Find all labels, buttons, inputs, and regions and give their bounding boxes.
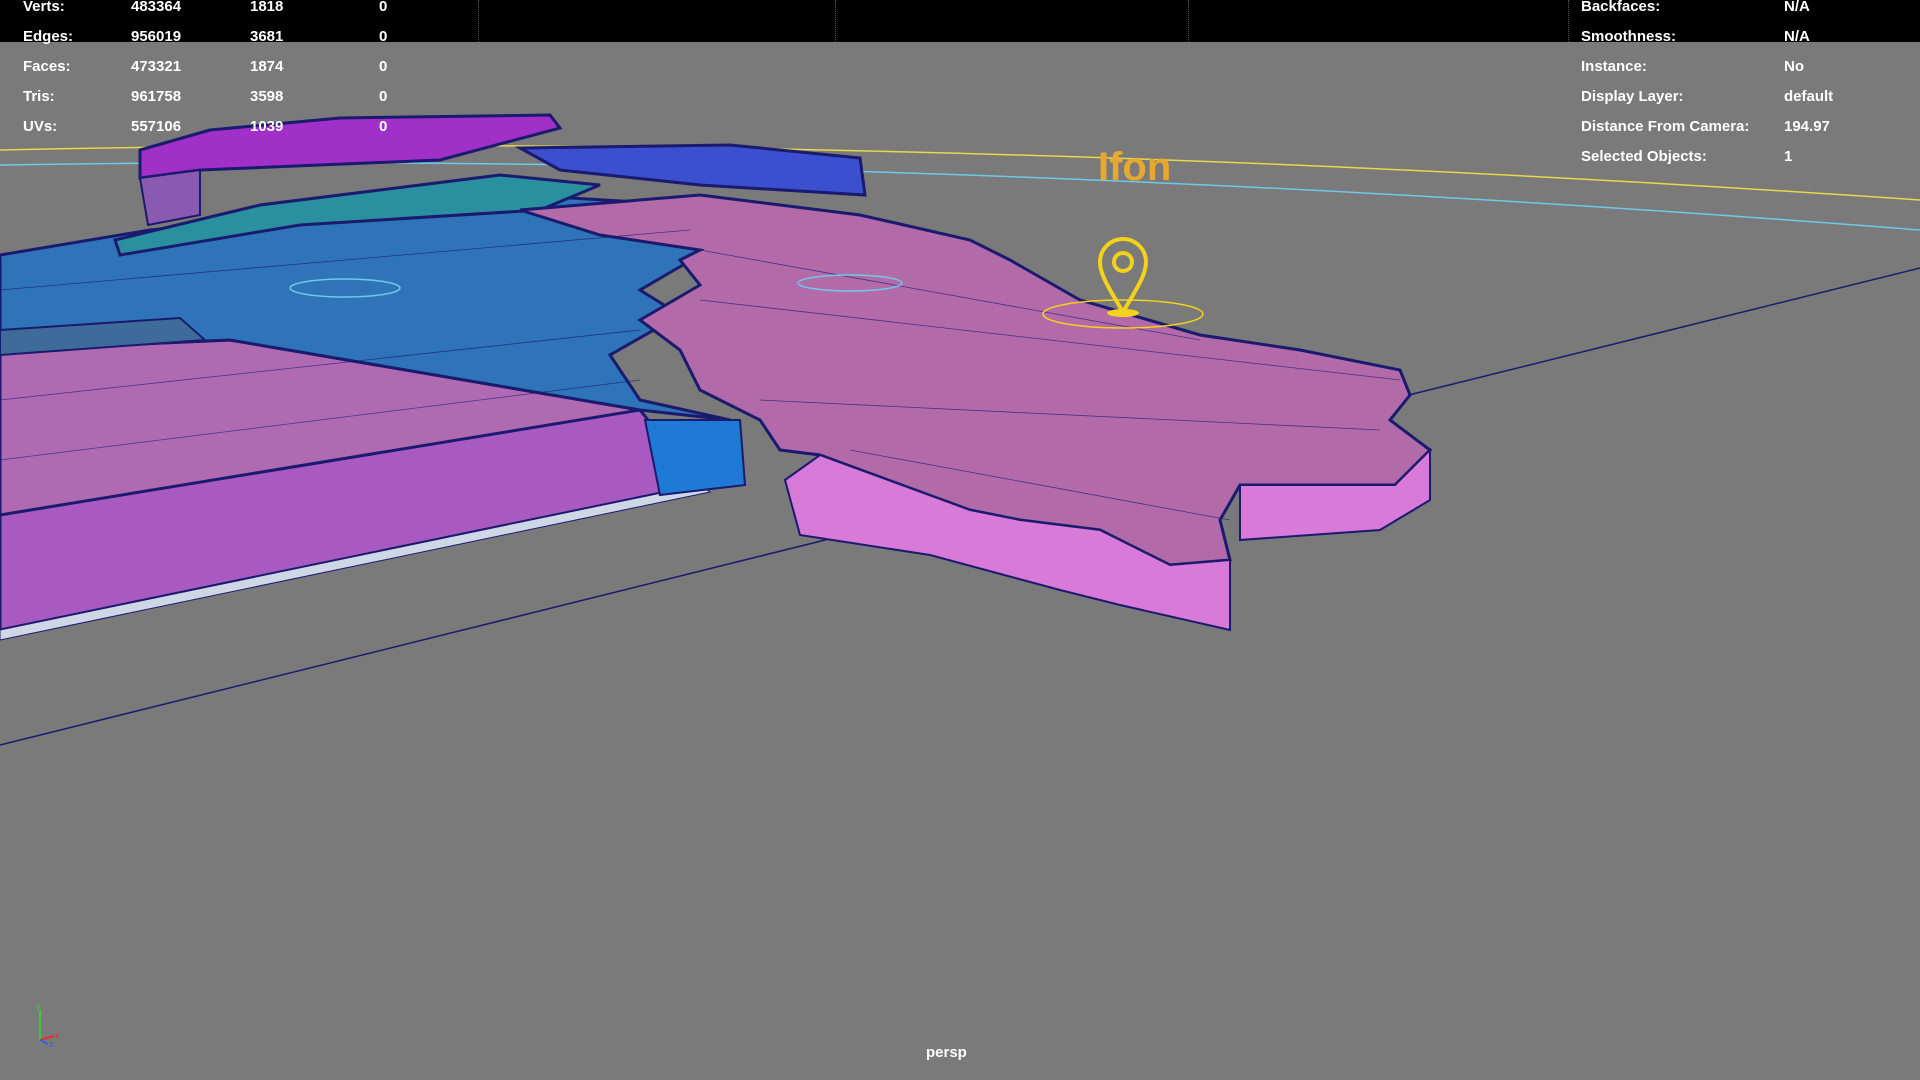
hud-value-total: 473321	[131, 58, 182, 75]
hud-value-component: 0	[379, 28, 388, 45]
hud-row-backfaces: Backfaces: N/A	[1581, 0, 1911, 22]
hud-value-component: 0	[379, 118, 388, 135]
hud-value-selected: 1039	[250, 118, 284, 135]
hud-label: Tris:	[23, 88, 55, 105]
viewport[interactable]: Ifon Verts: 483364 1818 0 Edges: 956019 …	[0, 0, 1920, 1080]
hud-value-total: 956019	[131, 28, 182, 45]
region-west-blue-side	[643, 419, 747, 497]
hud-row-selected-objects: Selected Objects: 1	[1581, 142, 1911, 172]
hud-value-component: 0	[379, 0, 388, 15]
hud-value: default	[1784, 88, 1834, 105]
axis-x-label: x	[55, 1030, 60, 1040]
hud-value-component: 0	[379, 88, 388, 105]
hud-value-total: 557106	[131, 118, 182, 135]
hud-value: N/A	[1784, 28, 1810, 45]
hud-row-verts: Verts: 483364 1818 0	[23, 0, 403, 22]
hud-row-uvs: UVs: 557106 1039 0	[23, 112, 403, 142]
object-info-hud: Backfaces: N/A Smoothness: N/A Instance:…	[1581, 0, 1911, 172]
hud-label: Edges:	[23, 28, 74, 45]
axis-z-label: z	[49, 1039, 54, 1048]
hud-label: Selected Objects:	[1581, 148, 1707, 165]
hud-row-tris: Tris: 961758 3598 0	[23, 82, 403, 112]
hud-label: UVs:	[23, 118, 58, 135]
hud-value: No	[1784, 58, 1804, 75]
axis-y-label: y	[36, 1002, 41, 1011]
hud-row-faces: Faces: 473321 1874 0	[23, 52, 403, 82]
hud-label: Verts:	[23, 0, 65, 15]
hud-row-edges: Edges: 956019 3681 0	[23, 22, 403, 52]
hud-row-distance: Distance From Camera: 194.97	[1581, 112, 1911, 142]
hud-value-selected: 3598	[250, 88, 284, 105]
hud-value-selected: 1818	[250, 0, 284, 15]
region-north-purple-side	[138, 168, 201, 227]
hud-label: Display Layer:	[1581, 88, 1684, 105]
hud-value-total: 483364	[131, 0, 182, 15]
hud-label: Instance:	[1581, 58, 1647, 75]
hud-value-component: 0	[379, 58, 388, 75]
hud-value-selected: 3681	[250, 28, 284, 45]
camera-name-label: persp	[926, 1044, 967, 1061]
hud-value: N/A	[1784, 0, 1810, 15]
poly-count-hud: Verts: 483364 1818 0 Edges: 956019 3681 …	[23, 0, 403, 142]
hud-value-selected: 1874	[250, 58, 284, 75]
divider	[835, 0, 837, 42]
hud-label: Faces:	[23, 58, 71, 75]
hud-value-total: 961758	[131, 88, 182, 105]
hud-label: Smoothness:	[1581, 28, 1677, 45]
divider	[1568, 0, 1570, 42]
hud-value: 1	[1784, 148, 1793, 165]
hud-row-display-layer: Display Layer: default	[1581, 82, 1911, 112]
hud-label: Distance From Camera:	[1581, 118, 1750, 135]
axis-gizmo-icon: y x z	[36, 1002, 60, 1048]
hud-value: 194.97	[1784, 118, 1830, 135]
divider	[478, 0, 480, 42]
map-label[interactable]: Ifon	[1098, 145, 1171, 189]
hud-row-instance: Instance: No	[1581, 52, 1911, 82]
hud-label: Backfaces:	[1581, 0, 1661, 15]
location-pin-icon[interactable]	[1097, 237, 1149, 317]
divider	[1188, 0, 1190, 42]
hud-row-smoothness: Smoothness: N/A	[1581, 22, 1911, 52]
